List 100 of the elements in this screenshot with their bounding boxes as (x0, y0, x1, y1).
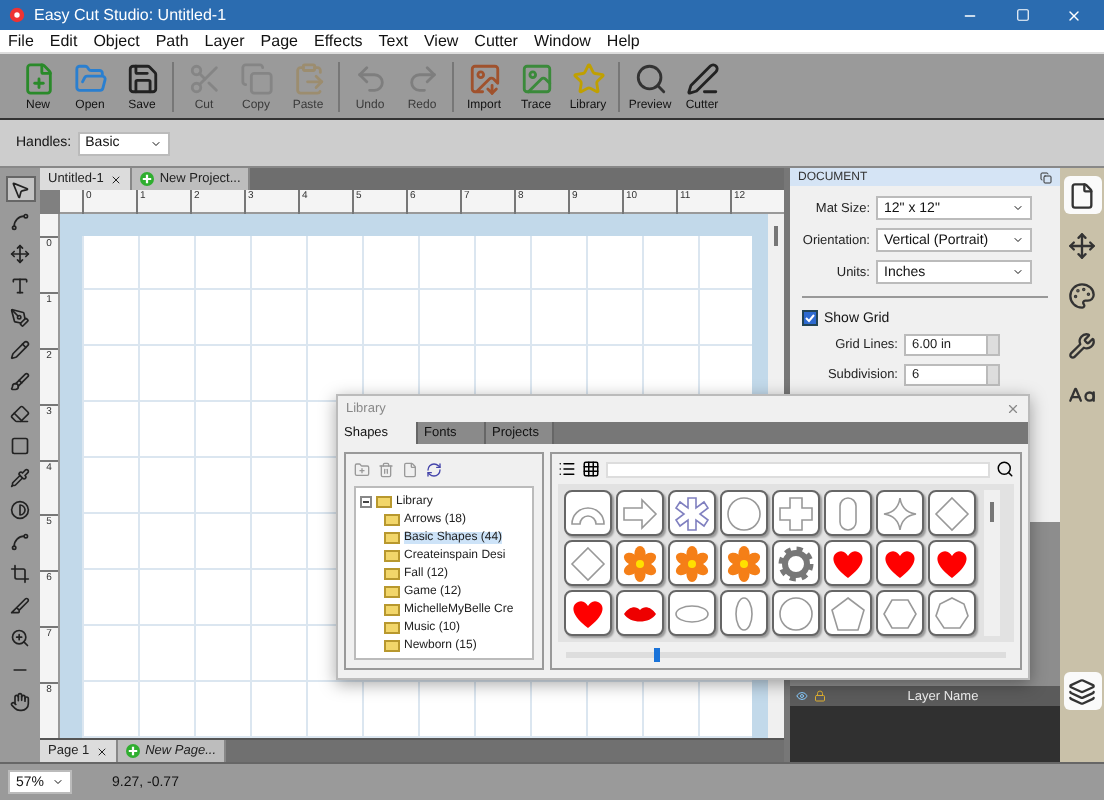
tool-button[interactable] (5, 304, 35, 330)
shape-tile[interactable] (824, 590, 872, 636)
shape-tile[interactable] (772, 540, 820, 586)
tool-button[interactable] (5, 240, 35, 266)
menu-item[interactable]: Help (606, 32, 640, 50)
menu-item[interactable]: File (8, 32, 34, 50)
shape-tile[interactable] (668, 540, 716, 586)
folder-icon (73, 61, 107, 95)
tool-button[interactable] (5, 336, 35, 362)
pencil-icon (10, 339, 30, 359)
shape-tile[interactable] (564, 490, 612, 536)
shape-tile[interactable] (876, 540, 924, 586)
flower-shape-icon (724, 543, 764, 583)
dock-button[interactable] (1063, 672, 1101, 710)
list-view-icon[interactable] (558, 460, 576, 478)
flower-shape-icon (620, 543, 660, 583)
shape-tile[interactable] (616, 490, 664, 536)
shape-tile[interactable] (564, 590, 612, 636)
pen-icon (685, 61, 719, 95)
collapse-icon[interactable] (360, 495, 372, 507)
close-icon[interactable] (1006, 402, 1020, 416)
heptagon-shape-icon (932, 593, 972, 633)
refresh-icon[interactable] (426, 462, 442, 478)
shape-tile[interactable] (720, 590, 768, 636)
circle-shape-icon (776, 593, 816, 633)
shape-tile[interactable] (772, 490, 820, 536)
pen-tool-icon (10, 307, 30, 327)
tool-button[interactable] (5, 592, 35, 618)
shape-tile[interactable] (876, 590, 924, 636)
layers-icon (1068, 677, 1096, 705)
chevron-down-icon (1012, 234, 1024, 246)
menu-item[interactable]: Window (533, 32, 591, 50)
page-icon (1068, 181, 1096, 209)
flower-shape-icon (672, 543, 712, 583)
plus-icon (139, 172, 154, 186)
search-field[interactable] (606, 461, 990, 477)
menu-item[interactable]: Layer (204, 32, 245, 50)
zoom-icon (10, 627, 30, 647)
wrench-icon (1068, 331, 1096, 359)
tool-button[interactable] (5, 176, 35, 202)
undo-icon (353, 61, 387, 95)
tool-button[interactable] (5, 560, 35, 586)
knife-icon (10, 595, 30, 615)
shape-tile[interactable] (720, 540, 768, 586)
crop-icon (10, 563, 30, 583)
eyedropper-icon (10, 467, 30, 487)
shape-tile[interactable] (772, 590, 820, 636)
menu-item[interactable]: Text (378, 32, 408, 50)
shape-tile[interactable] (668, 490, 716, 536)
chevron-down-icon (149, 137, 162, 149)
shape-tile[interactable] (928, 540, 976, 586)
asterisk-shape-icon (672, 493, 712, 533)
shape-tile[interactable] (824, 490, 872, 536)
star-icon (571, 61, 605, 95)
menu-item[interactable]: Object (93, 32, 140, 50)
dock-icon[interactable] (1040, 171, 1052, 183)
brush-icon (10, 371, 30, 391)
hand-icon (10, 691, 30, 711)
clipboard-icon (291, 61, 325, 95)
window-title: Easy Cut Studio: Untitled-1 (34, 6, 229, 24)
checkbox[interactable] (802, 310, 818, 326)
chevron-down-icon (1012, 202, 1024, 214)
shape-tile[interactable] (720, 490, 768, 536)
magnifier-icon (633, 61, 667, 95)
tool-button[interactable] (5, 688, 35, 714)
shape-tile[interactable] (824, 540, 872, 586)
menu-item[interactable]: Cutter (474, 32, 518, 50)
menu-item[interactable]: Edit (49, 32, 78, 50)
pointer-icon (10, 179, 30, 199)
chevron-down-icon (52, 776, 64, 788)
palette-icon (1068, 281, 1096, 309)
menu-item[interactable]: Effects (313, 32, 363, 50)
vertical-scrollbar[interactable] (984, 490, 1000, 636)
menu-item[interactable]: View (423, 32, 459, 50)
search-icon[interactable] (996, 460, 1014, 478)
node-edit-icon (10, 211, 30, 231)
tool-button[interactable] (5, 496, 35, 522)
diamond-shape-icon (568, 543, 608, 583)
grid-view-icon[interactable] (582, 460, 600, 478)
close-icon (1066, 7, 1082, 23)
eye-icon (796, 690, 808, 702)
app-logo-icon (8, 6, 26, 24)
close-icon (95, 745, 108, 757)
shape-tile[interactable] (616, 590, 664, 636)
new-file-icon (21, 61, 55, 95)
menu-item[interactable]: Page (260, 32, 298, 50)
shape-tile[interactable] (876, 490, 924, 536)
shape-tile[interactable] (928, 490, 976, 536)
menu-item[interactable]: Path (155, 32, 189, 50)
shape-tile[interactable] (668, 590, 716, 636)
hexagon-shape-icon (880, 593, 920, 633)
shape-tile[interactable] (616, 540, 664, 586)
shape-tile[interactable] (564, 540, 612, 586)
shape-tile[interactable] (928, 590, 976, 636)
chevron-down-icon (1012, 266, 1024, 278)
slider-thumb[interactable] (654, 648, 660, 662)
tool-button[interactable] (5, 400, 35, 426)
dock-button[interactable] (1063, 176, 1101, 214)
tool-button[interactable] (5, 368, 35, 394)
landscape-icon (519, 61, 553, 95)
